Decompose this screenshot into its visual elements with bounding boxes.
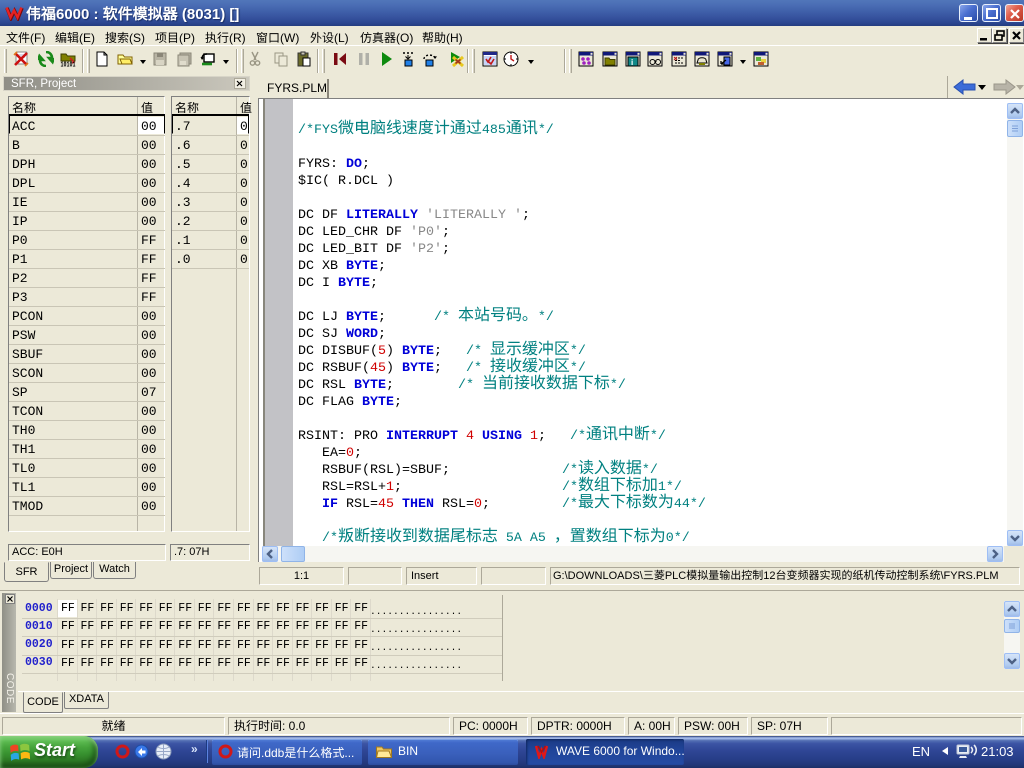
svg-text:10101: 10101 (61, 62, 76, 68)
svg-text:i: i (631, 58, 633, 67)
